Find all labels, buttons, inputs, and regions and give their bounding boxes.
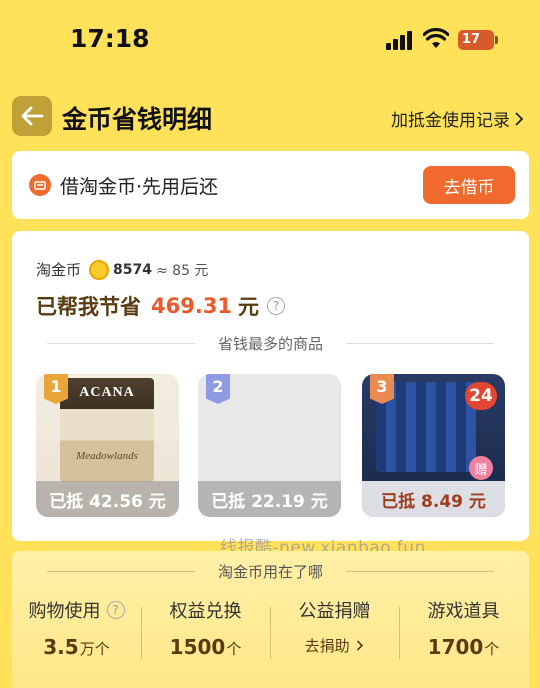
saved-prefix: 已帮我节省	[36, 295, 141, 319]
gift-badge: 赠	[469, 456, 493, 480]
records-link-label: 加抵金使用记录	[391, 111, 510, 131]
stat-value: 3.5	[43, 635, 79, 659]
savings-card: 淘金币 8574 ≈ 85 元 已帮我节省 469.31 元 ? 省钱最多的商品…	[12, 231, 529, 541]
borrow-coins-card: 借淘金币·先用后还 去借币	[12, 151, 529, 219]
product-count-tag: 24	[465, 382, 497, 410]
chevron-right-icon	[357, 640, 364, 651]
rank-badge-2: 2	[206, 374, 230, 404]
stat-label: 游戏道具	[427, 601, 500, 622]
deduction-label: 已抵 42.56 元	[36, 481, 179, 517]
saved-unit: 元	[238, 295, 260, 319]
stat-rights-exchange[interactable]: 权益兑换 1500个	[141, 597, 270, 659]
wifi-icon	[423, 28, 449, 48]
coin-approx-value: ≈ 85 元	[155, 262, 209, 279]
saved-amount: 469.31	[151, 294, 233, 318]
product-image: ACANA Meadowlands	[60, 378, 154, 482]
product-brand: ACANA	[79, 385, 135, 400]
borrow-promo-text: 借淘金币·先用后还	[60, 176, 219, 198]
back-button[interactable]	[12, 96, 52, 136]
deduction-label: 已抵 22.19 元	[198, 481, 341, 517]
stat-shopping[interactable]: 购物使用 ? 3.5万个	[12, 597, 141, 659]
stat-value-row: 3.5万个	[12, 635, 141, 659]
stat-unit: 万个	[79, 640, 110, 658]
donate-link[interactable]: 去捐助	[270, 635, 399, 656]
stat-label-row: 购物使用 ?	[12, 597, 141, 623]
product-card-2[interactable]: 2 已抵 22.19 元	[198, 374, 341, 517]
rank-badge-3: 3	[370, 374, 394, 404]
product-card-3[interactable]: 24 赠 3 已抵 8.49 元	[362, 374, 505, 517]
gold-coin-icon	[89, 259, 110, 280]
stat-value-row: 1500个	[141, 635, 270, 659]
stat-value: 1700	[427, 635, 484, 659]
cellular-signal-icon	[386, 30, 416, 50]
usage-title: 淘金币用在了哪	[12, 561, 529, 582]
coin-count: 8574	[113, 261, 152, 278]
stat-label: 购物使用	[28, 601, 101, 622]
arrow-left-icon	[21, 106, 44, 126]
total-saved-line: 已帮我节省 469.31 元 ?	[36, 291, 286, 321]
status-bar: 17:18 17	[0, 0, 540, 80]
battery-level: 17	[462, 32, 481, 47]
rank-badge-1: 1	[44, 374, 68, 404]
coin-balance-row: 淘金币 8574 ≈ 85 元	[36, 259, 208, 280]
clock: 17:18	[70, 24, 150, 53]
borrow-logo-icon	[29, 174, 51, 196]
help-icon[interactable]: ?	[267, 297, 286, 315]
deduction-label: 已抵 8.49 元	[362, 481, 505, 517]
stat-label: 公益捐赠	[298, 601, 371, 622]
stat-charity[interactable]: 公益捐赠 去捐助	[270, 597, 399, 656]
stat-label: 权益兑换	[169, 601, 242, 622]
product-name: Meadowlands	[76, 450, 138, 462]
deduction-records-link[interactable]: 加抵金使用记录	[391, 106, 524, 131]
top-products-title: 省钱最多的商品	[12, 333, 529, 354]
donate-link-label: 去捐助	[304, 637, 350, 655]
coin-usage-panel: 淘金币用在了哪 购物使用 ? 3.5万个 权益兑换 1500个 公益捐赠 去捐助…	[12, 551, 529, 688]
chevron-right-icon	[515, 111, 524, 126]
product-card-1[interactable]: ACANA Meadowlands 1 已抵 42.56 元	[36, 374, 179, 517]
stat-unit: 个	[484, 640, 500, 658]
stat-value-row: 1700个	[399, 635, 528, 659]
battery-icon: 17	[458, 30, 498, 50]
help-icon[interactable]: ?	[106, 601, 125, 619]
stat-unit: 个	[226, 640, 242, 658]
stat-game-items[interactable]: 游戏道具 1700个	[399, 597, 528, 659]
coin-label: 淘金币	[36, 261, 82, 279]
borrow-coins-button[interactable]: 去借币	[423, 166, 515, 204]
stat-value: 1500	[169, 635, 226, 659]
page-title: 金币省钱明细	[62, 105, 213, 134]
